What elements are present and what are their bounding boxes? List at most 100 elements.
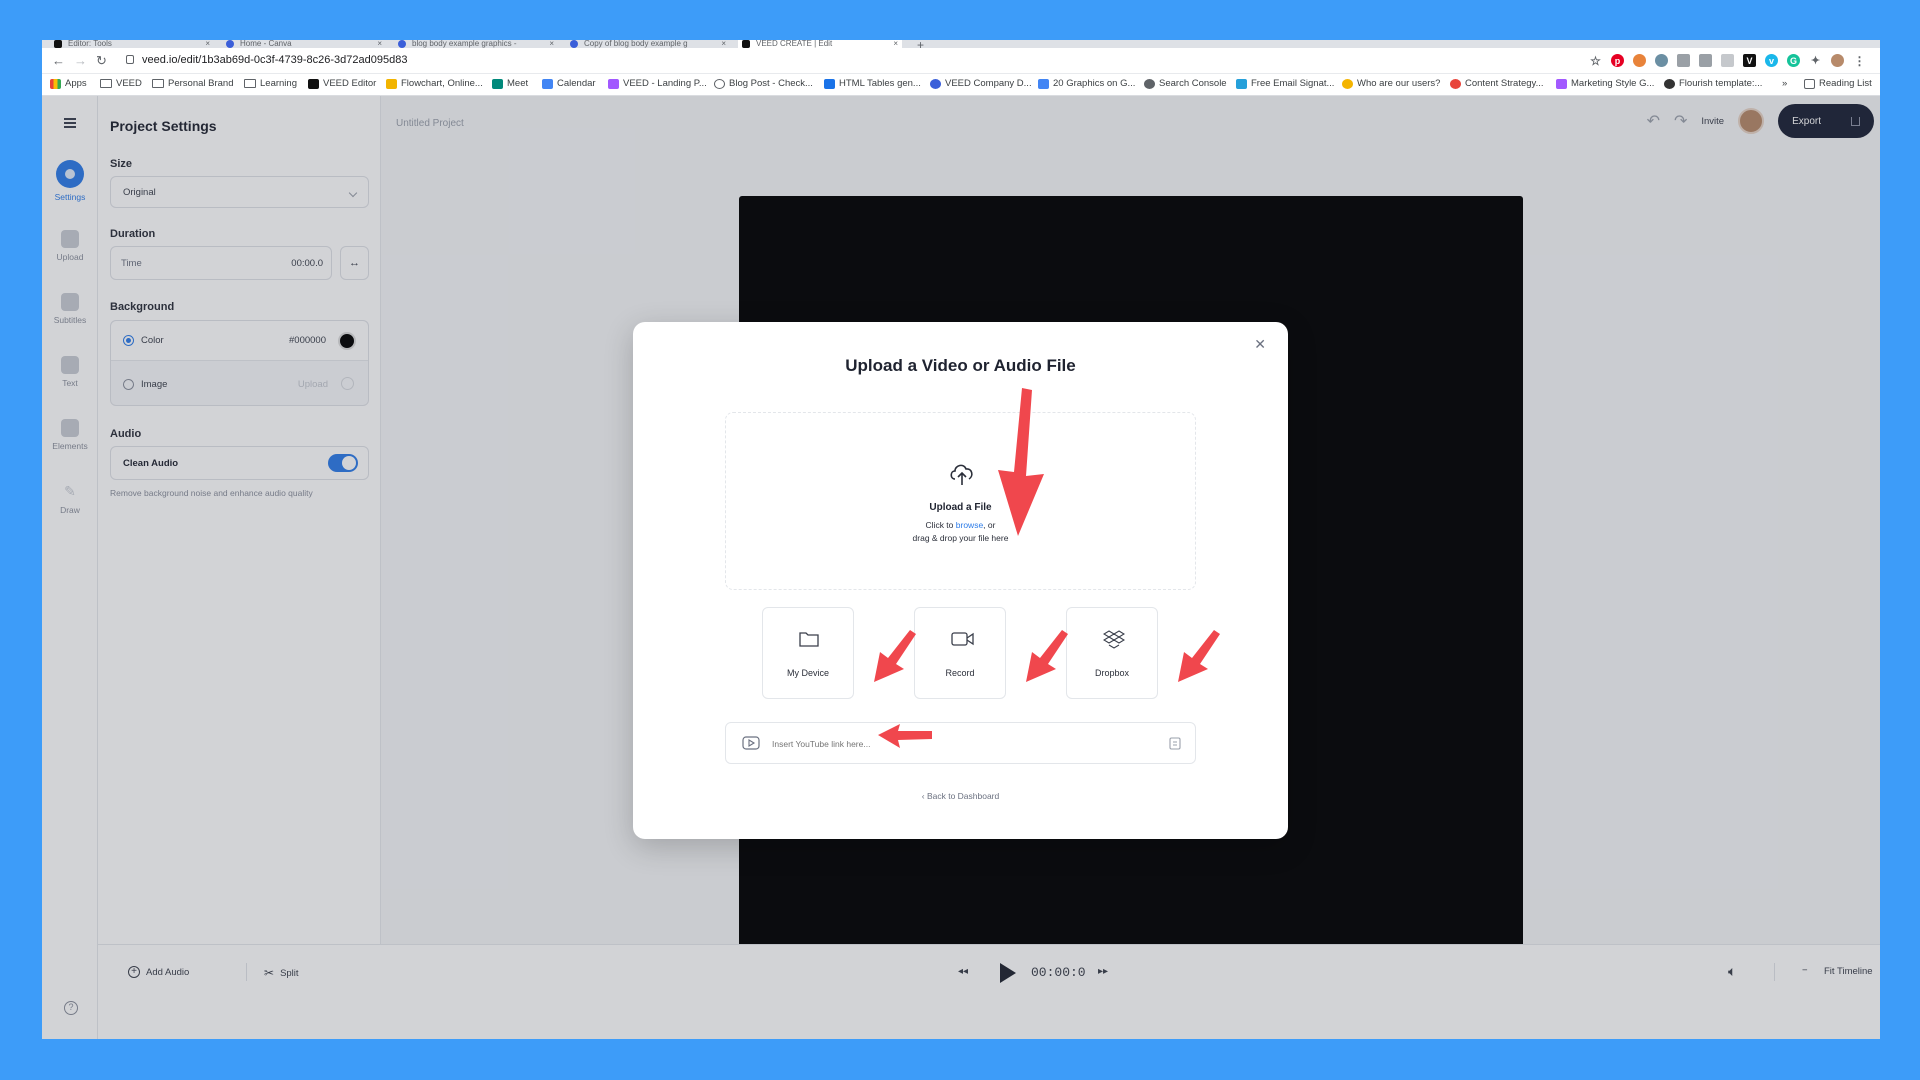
pinterest-extension-icon[interactable]: p	[1611, 54, 1624, 67]
canva-favicon-icon	[398, 40, 406, 48]
extension-icon[interactable]	[1699, 54, 1712, 67]
bookmark-content-strategy[interactable]: Content Strategy...	[1450, 78, 1544, 89]
search-console-icon	[1144, 78, 1155, 89]
annotation-arrow-record	[1026, 630, 1068, 682]
cloud-upload-icon	[950, 464, 973, 485]
upload-modal: ✕ Upload a Video or Audio File Upload a …	[633, 322, 1288, 839]
veed-icon	[308, 78, 319, 89]
veed-extension-icon[interactable]: V	[1743, 54, 1756, 67]
tab-bar: Editor: Tools × Home - Canva × blog body…	[42, 40, 1880, 52]
tab-blog-graphics[interactable]: blog body example graphics - ×	[394, 40, 558, 48]
extension-icon[interactable]	[1677, 54, 1690, 67]
record-button[interactable]: Record	[914, 607, 1006, 699]
canva-favicon-icon	[570, 40, 578, 48]
address-bar-row: ← → ↻ veed.io/edit/1b3ab69d-0c3f-4739-8c…	[42, 48, 1880, 74]
tab-copy-blog-graphics[interactable]: Copy of blog body example g ×	[566, 40, 730, 48]
bookmarks-bar: Apps VEED Personal Brand Learning VEED E…	[42, 74, 1880, 96]
close-tab-icon[interactable]: ×	[893, 40, 898, 48]
puzzle-extensions-icon[interactable]: ✦	[1809, 54, 1822, 67]
apps-grid-icon	[50, 78, 61, 89]
bookmark-veed[interactable]: VEED	[100, 78, 142, 89]
folder-icon	[799, 632, 819, 647]
folder-icon	[152, 79, 164, 88]
figma-icon	[1556, 78, 1567, 89]
bookmark-marketing-style[interactable]: Marketing Style G...	[1556, 78, 1654, 89]
folder-icon	[100, 79, 112, 88]
hubspot-icon	[1236, 78, 1247, 89]
annotation-arrow-dropbox	[1178, 630, 1220, 682]
clipboard-icon[interactable]	[1169, 736, 1181, 750]
bookmark-search-console[interactable]: Search Console	[1144, 78, 1227, 89]
vimeo-extension-icon[interactable]: v	[1765, 54, 1778, 67]
notion-icon	[1450, 78, 1461, 89]
forward-icon[interactable]: →	[74, 53, 87, 68]
tab-veed-create[interactable]: VEED CREATE | Edit ×	[738, 40, 902, 48]
modal-title: Upload a Video or Audio File	[845, 356, 1076, 375]
bookmark-flourish[interactable]: Flourish template:...	[1664, 78, 1762, 89]
browse-link[interactable]: browse	[956, 520, 983, 530]
back-to-dashboard-link[interactable]: ‹ Back to Dashboard	[633, 791, 1288, 801]
bookmark-html-tables[interactable]: HTML Tables gen...	[824, 78, 921, 89]
dropzone-instructions: Click to browse, or drag & drop your fil…	[912, 520, 1009, 543]
annotation-arrow-youtube	[878, 724, 932, 748]
more-bookmarks-button[interactable]: »	[1782, 78, 1787, 89]
close-tab-icon[interactable]: ×	[721, 40, 726, 48]
upload-dropzone[interactable]: Upload a File Click to browse, or drag &…	[725, 412, 1196, 590]
extensions-area: ☆ p V v G ✦ ⋮	[1589, 54, 1866, 68]
tab-canva[interactable]: Home - Canva ×	[222, 40, 386, 48]
video-camera-icon	[951, 632, 974, 646]
extension-icon[interactable]	[1633, 54, 1646, 67]
miro-icon	[386, 78, 397, 89]
bookmark-flowchart[interactable]: Flowchart, Online...	[386, 78, 483, 89]
bookmark-veed-editor[interactable]: VEED Editor	[308, 78, 376, 89]
dropzone-title: Upload a File	[929, 502, 992, 513]
extension-icon[interactable]	[1721, 54, 1734, 67]
url-field[interactable]: veed.io/edit/1b3ab69d-0c3f-4739-8c26-3d7…	[142, 54, 407, 66]
canva-favicon-icon	[226, 40, 234, 48]
meet-icon	[492, 78, 503, 89]
dropbox-icon	[1103, 630, 1125, 649]
bookmark-free-email-signature[interactable]: Free Email Signat...	[1236, 78, 1334, 89]
bookmark-meet[interactable]: Meet	[492, 78, 528, 89]
youtube-link-input[interactable]	[772, 735, 1152, 753]
youtube-icon	[742, 736, 760, 750]
youtube-link-field	[725, 722, 1196, 764]
browser-window: Editor: Tools × Home - Canva × blog body…	[42, 40, 1880, 1039]
tab-editor-tools[interactable]: Editor: Tools ×	[50, 40, 214, 48]
extension-icon[interactable]	[1655, 54, 1668, 67]
bookmark-veed-company[interactable]: VEED Company D...	[930, 78, 1032, 89]
calendar-icon	[542, 78, 553, 89]
back-icon[interactable]: ←	[52, 53, 65, 68]
grammarly-extension-icon[interactable]: G	[1787, 54, 1800, 67]
close-tab-icon[interactable]: ×	[549, 40, 554, 48]
bookmark-calendar[interactable]: Calendar	[542, 78, 596, 89]
close-tab-icon[interactable]: ×	[377, 40, 382, 48]
my-device-button[interactable]: My Device	[762, 607, 854, 699]
table-icon	[824, 78, 835, 89]
folder-icon	[244, 79, 256, 88]
bookmark-veed-landing[interactable]: VEED - Landing P...	[608, 78, 707, 89]
bookmark-learning[interactable]: Learning	[244, 78, 297, 89]
bookmark-apps[interactable]: Apps	[50, 78, 87, 89]
close-icon[interactable]: ✕	[1254, 336, 1266, 353]
bookmark-personal-brand[interactable]: Personal Brand	[152, 78, 233, 89]
bookmark-who-are-users[interactable]: Who are our users?	[1342, 78, 1440, 89]
emoji-icon	[1342, 78, 1353, 89]
reload-icon[interactable]: ↻	[96, 53, 107, 69]
check-circle-icon	[714, 78, 725, 89]
reading-list-button[interactable]: Reading List	[1804, 78, 1872, 89]
reading-list-icon	[1804, 78, 1815, 89]
annotation-arrow-my-device	[874, 630, 916, 682]
flourish-icon	[1664, 78, 1675, 89]
close-tab-icon[interactable]: ×	[205, 40, 210, 48]
bookmark-blog-post-check[interactable]: Blog Post - Check...	[714, 78, 813, 89]
menu-dots-icon[interactable]: ⋮	[1853, 54, 1866, 68]
lock-icon	[126, 55, 134, 64]
profile-avatar-icon[interactable]	[1831, 54, 1844, 67]
figma-icon	[608, 78, 619, 89]
annotation-arrow-upload	[998, 388, 1044, 536]
bookmark-20-graphics[interactable]: 20 Graphics on G...	[1038, 78, 1135, 89]
veed-favicon-icon	[742, 40, 750, 48]
dropbox-button[interactable]: Dropbox	[1066, 607, 1158, 699]
star-icon[interactable]: ☆	[1589, 54, 1602, 68]
